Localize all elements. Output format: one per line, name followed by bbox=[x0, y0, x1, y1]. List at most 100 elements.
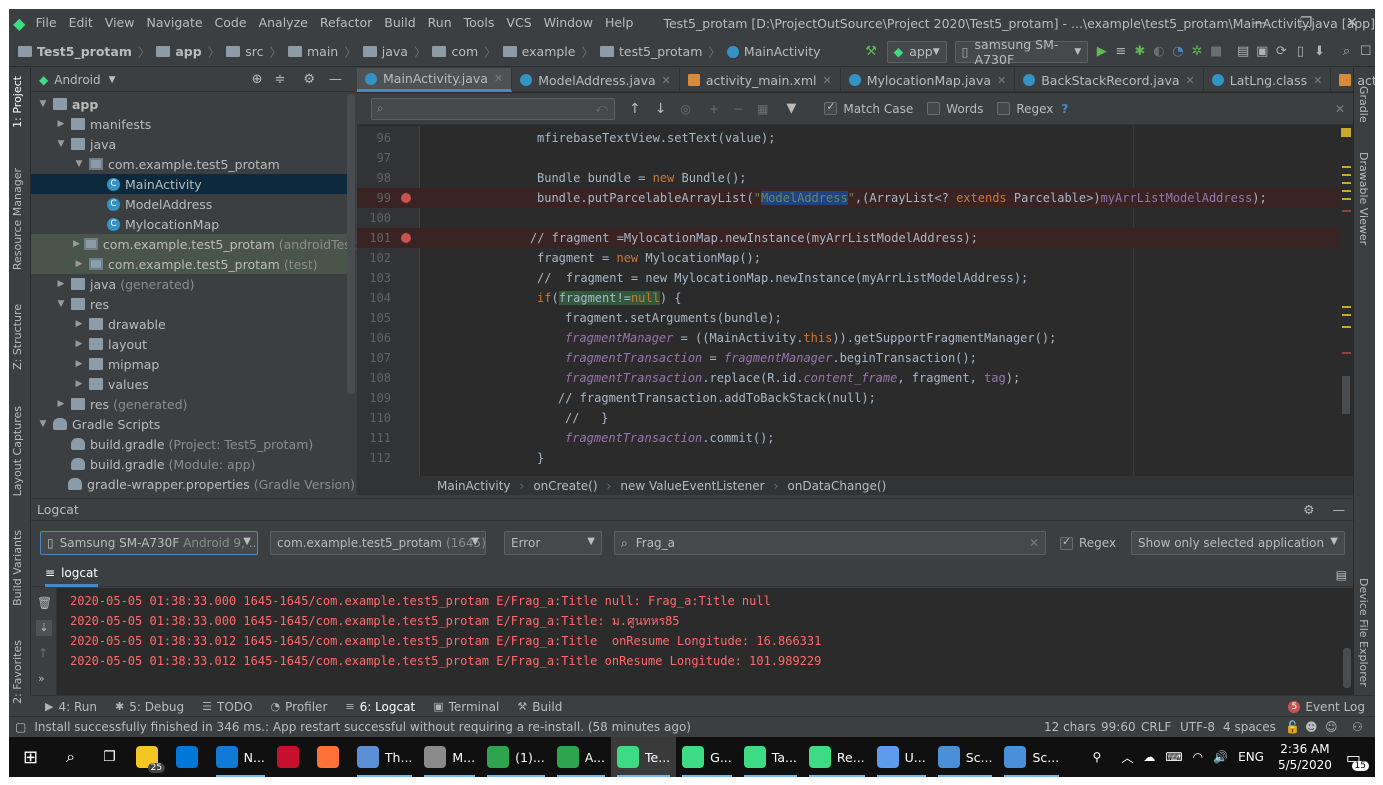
taskbar-app[interactable]: Th... bbox=[351, 737, 418, 777]
tree-item[interactable]: C MylocationMap bbox=[31, 214, 355, 234]
hammer-icon[interactable]: ⚒ bbox=[862, 41, 881, 63]
tree-item[interactable]: ▶ layout bbox=[31, 334, 355, 354]
collapsed-arrow-icon[interactable]: ▶ bbox=[55, 279, 67, 289]
close-tab-icon[interactable]: ✕ bbox=[1186, 74, 1195, 87]
scrollbar[interactable] bbox=[1343, 648, 1351, 688]
menu-item-refactor[interactable]: Refactor bbox=[314, 9, 378, 37]
language-indicator[interactable]: ENG bbox=[1238, 750, 1264, 764]
code-breadcrumb-item[interactable]: new ValueEventListener bbox=[620, 479, 764, 493]
close-tab-icon[interactable]: ✕ bbox=[822, 74, 831, 87]
scrollbar[interactable] bbox=[347, 94, 355, 394]
gear-icon[interactable]: ⚙ bbox=[1303, 502, 1314, 517]
attach-icon[interactable]: ◐ bbox=[1149, 41, 1168, 63]
input-method-icon[interactable]: ⌨ bbox=[1165, 750, 1182, 764]
menu-item-build[interactable]: Build bbox=[378, 9, 421, 37]
tab-activity_myl[interactable]: activity_myl bbox=[1331, 68, 1375, 92]
project-tool-tab[interactable]: 1: Project bbox=[11, 76, 24, 128]
breadcrumb-item[interactable]: src 〉 bbox=[223, 42, 285, 61]
debug-icon[interactable]: ✱ bbox=[1130, 41, 1149, 63]
attach-debugger-icon[interactable]: ✲ bbox=[1188, 41, 1207, 63]
profile-icon[interactable]: ◔ bbox=[1168, 41, 1187, 63]
clock[interactable]: 2:36 AM 5/5/2020 bbox=[1278, 741, 1332, 773]
close-tab-icon[interactable]: ✕ bbox=[1313, 74, 1322, 87]
search-everywhere-icon[interactable]: ⌕ bbox=[1337, 41, 1356, 63]
tool-tab-build[interactable]: ⚒ Build bbox=[517, 700, 562, 714]
sync-icon[interactable]: ⟳ bbox=[1272, 41, 1291, 63]
inspection-icon[interactable]: ☻ bbox=[1305, 720, 1318, 734]
favorites-tab[interactable]: 2: Favorites bbox=[11, 640, 24, 704]
taskbar-app[interactable] bbox=[311, 737, 351, 777]
tree-item[interactable]: ▶ mipmap bbox=[31, 354, 355, 374]
tool-tab-profiler[interactable]: ◔ Profiler bbox=[271, 700, 328, 714]
collapse-all-icon[interactable]: ≑ bbox=[274, 72, 285, 87]
taskbar-app[interactable]: N... bbox=[210, 737, 271, 777]
tree-item[interactable]: ▼ app bbox=[31, 94, 355, 114]
menu-item-edit[interactable]: Edit bbox=[63, 9, 99, 37]
tree-item[interactable]: C ModelAddress bbox=[31, 194, 355, 214]
breadcrumb-item[interactable]: example 〉 bbox=[500, 42, 597, 61]
add-occurrence-icon[interactable]: + bbox=[709, 102, 719, 116]
find-all-icon[interactable]: ◎ bbox=[680, 102, 690, 116]
tool-tab-terminal[interactable]: ▣ Terminal bbox=[433, 700, 499, 714]
tree-item[interactable]: ▶ manifests bbox=[31, 114, 355, 134]
lock-icon[interactable]: 🔓 bbox=[1285, 720, 1300, 734]
avd-manager-icon[interactable]: ▣ bbox=[1253, 41, 1272, 63]
chevron-up-icon[interactable]: ︿ bbox=[1121, 749, 1133, 766]
menu-item-analyze[interactable]: Analyze bbox=[253, 9, 314, 37]
toggle-tool-windows-icon[interactable]: ▢ bbox=[15, 720, 26, 734]
breadcrumb-item[interactable]: Test5_protam 〉 bbox=[15, 42, 153, 61]
expanded-arrow-icon[interactable]: ▼ bbox=[55, 139, 67, 149]
collapsed-arrow-icon[interactable]: ▶ bbox=[73, 339, 85, 349]
tree-item[interactable]: ▼ com.example.test5_protam bbox=[31, 154, 355, 174]
taskbar-app[interactable]: A... bbox=[551, 737, 611, 777]
expanded-arrow-icon[interactable]: ▼ bbox=[73, 159, 85, 169]
taskbar-app[interactable]: Re... bbox=[803, 737, 871, 777]
breadcrumb-item[interactable]: java 〉 bbox=[360, 42, 430, 61]
menu-item-view[interactable]: View bbox=[99, 9, 141, 37]
code-breadcrumb-item[interactable]: onDataChange() bbox=[787, 479, 886, 493]
people-icon[interactable]: ⚲ bbox=[1093, 750, 1102, 764]
breadcrumb-item[interactable]: MainActivity bbox=[724, 44, 824, 59]
tree-item[interactable]: ▼ java bbox=[31, 134, 355, 154]
find-input[interactable]: ⌕ ⤺ bbox=[371, 97, 615, 120]
action-center-icon[interactable]: ▭ 15 bbox=[1346, 748, 1369, 771]
menu-item-navigate[interactable]: Navigate bbox=[140, 9, 208, 37]
minimize-button[interactable]: — bbox=[1237, 9, 1283, 37]
taskbar-app[interactable] bbox=[271, 737, 311, 777]
tab-modeladdress-java[interactable]: ModelAddress.java ✕ bbox=[512, 68, 680, 92]
menu-item-help[interactable]: Help bbox=[599, 9, 640, 37]
code-breadcrumb-item[interactable]: onCreate() bbox=[533, 479, 597, 493]
device-manager-icon[interactable]: ▯ bbox=[1291, 41, 1310, 63]
up-icon[interactable]: ↑ bbox=[38, 646, 48, 660]
scroll-to-end-icon[interactable]: ⇣ bbox=[36, 620, 52, 636]
more-icon[interactable]: » bbox=[38, 672, 45, 685]
expanded-arrow-icon[interactable]: ▼ bbox=[55, 299, 67, 309]
breakpoint-icon[interactable] bbox=[401, 193, 411, 203]
taskbar-app[interactable]: Te... bbox=[611, 737, 677, 777]
volume-icon[interactable]: 🔊 bbox=[1213, 750, 1228, 764]
locate-icon[interactable]: ⊕ bbox=[252, 72, 263, 87]
tree-item[interactable]: gradle-wrapper.properties (Gradle Version… bbox=[31, 474, 355, 494]
layout-captures-tab[interactable]: Layout Captures bbox=[11, 406, 24, 496]
taskbar-app[interactable]: G... bbox=[676, 737, 738, 777]
sdk-manager-icon[interactable]: ⬇ bbox=[1310, 41, 1329, 63]
clear-search-icon[interactable]: ✕ bbox=[1029, 536, 1039, 550]
match-case-checkbox[interactable] bbox=[824, 100, 838, 115]
notifications-icon[interactable]: ⚇ bbox=[1352, 720, 1363, 734]
expanded-arrow-icon[interactable]: ▼ bbox=[37, 419, 49, 429]
structure-tab[interactable]: Z: Structure bbox=[11, 304, 24, 370]
breadcrumb-item[interactable]: app 〉 bbox=[153, 42, 223, 61]
tab-activity_main-xml[interactable]: activity_main.xml ✕ bbox=[680, 68, 841, 92]
layout-icon[interactable]: ▤ bbox=[1336, 568, 1347, 582]
device-select[interactable]: ▯ Samsung SM-A730F Android 9, ... ▼ bbox=[40, 531, 258, 555]
tree-item[interactable]: ▶ values bbox=[31, 374, 355, 394]
trash-icon[interactable]: 🗑 bbox=[37, 596, 52, 610]
tree-item[interactable]: ▼ Gradle Scripts bbox=[31, 414, 355, 434]
taskbar-app[interactable]: U... bbox=[871, 737, 932, 777]
hide-panel-icon[interactable]: — bbox=[1333, 502, 1346, 517]
tree-item[interactable]: ▶ java (generated) bbox=[31, 274, 355, 294]
caret-position[interactable]: 99:60 bbox=[1101, 720, 1136, 734]
gear-icon[interactable]: ⚙ bbox=[303, 72, 315, 87]
hide-panel-icon[interactable]: — bbox=[329, 72, 342, 87]
tool-tab-6-logcat[interactable]: ≡ 6: Logcat bbox=[345, 700, 415, 714]
